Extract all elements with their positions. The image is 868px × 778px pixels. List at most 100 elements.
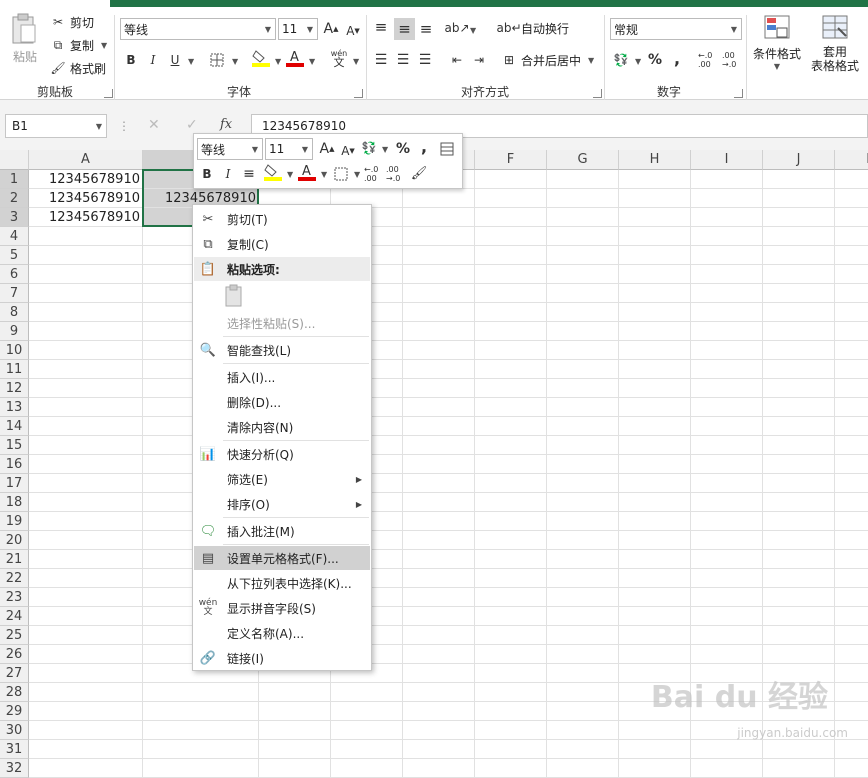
cell-g14[interactable] xyxy=(547,417,619,436)
cell-a22[interactable] xyxy=(29,569,143,588)
cell-e30[interactable] xyxy=(403,721,475,740)
cell-i9[interactable] xyxy=(691,322,763,341)
cell-e20[interactable] xyxy=(403,531,475,550)
align-middle-button[interactable]: ≡ xyxy=(394,18,415,40)
cell-k23[interactable] xyxy=(835,588,868,607)
cell-h15[interactable] xyxy=(619,436,691,455)
cell-a9[interactable] xyxy=(29,322,143,341)
cell-h6[interactable] xyxy=(619,265,691,284)
mini-font-name-select[interactable]: 等线 ▼ xyxy=(197,138,263,160)
cell-i26[interactable] xyxy=(691,645,763,664)
cell-e6[interactable] xyxy=(403,265,475,284)
cell-g25[interactable] xyxy=(547,626,619,645)
merge-center-button[interactable]: ⊞ 合并后居中 ▼ xyxy=(500,51,598,69)
cell-i8[interactable] xyxy=(691,303,763,322)
column-header-f[interactable]: F xyxy=(475,150,547,170)
cell-h7[interactable] xyxy=(619,284,691,303)
cell-g32[interactable] xyxy=(547,759,619,778)
wrap-text-button[interactable]: ab↵ 自动换行 xyxy=(496,19,569,37)
mini-font-size-select[interactable]: 11 ▼ xyxy=(265,138,313,160)
cell-j14[interactable] xyxy=(763,417,835,436)
menu-item-filter[interactable]: 筛选(E) ▶ xyxy=(194,467,370,491)
cell-e13[interactable] xyxy=(403,398,475,417)
cell-e5[interactable] xyxy=(403,246,475,265)
mini-align-center-button[interactable]: ≡ xyxy=(240,165,258,183)
cell-g3[interactable] xyxy=(547,208,619,227)
cell-f21[interactable] xyxy=(475,550,547,569)
cell-j1[interactable] xyxy=(763,170,835,189)
cell-i16[interactable] xyxy=(691,455,763,474)
menu-item-smart-lookup[interactable]: 🔍 智能查找(L) xyxy=(194,338,370,362)
chevron-down-icon[interactable]: ▼ xyxy=(317,170,331,179)
cell-h4[interactable] xyxy=(619,227,691,246)
menu-item-clear[interactable]: 清除内容(N) xyxy=(194,415,370,439)
cell-h24[interactable] xyxy=(619,607,691,626)
shrink-font-button[interactable]: A ▼ xyxy=(344,22,362,40)
cell-i31[interactable] xyxy=(691,740,763,759)
cell-i21[interactable] xyxy=(691,550,763,569)
cell-e25[interactable] xyxy=(403,626,475,645)
cell-k32[interactable] xyxy=(835,759,868,778)
cell-f5[interactable] xyxy=(475,246,547,265)
menu-item-paste-special[interactable]: 选择性粘贴(S)... xyxy=(194,311,370,335)
cell-k21[interactable] xyxy=(835,550,868,569)
menu-item-define-name[interactable]: 定义名称(A)... xyxy=(194,621,370,645)
cell-a6[interactable] xyxy=(29,265,143,284)
cell-f24[interactable] xyxy=(475,607,547,626)
cell-e17[interactable] xyxy=(403,474,475,493)
cancel-icon[interactable]: ✕ xyxy=(148,117,160,133)
row-header-15[interactable]: 15 xyxy=(0,436,29,455)
cell-e9[interactable] xyxy=(403,322,475,341)
cell-i2[interactable] xyxy=(691,189,763,208)
row-header-20[interactable]: 20 xyxy=(0,531,29,550)
number-format-select[interactable]: 常规 ▼ xyxy=(610,18,742,40)
cell-k22[interactable] xyxy=(835,569,868,588)
cell-a27[interactable] xyxy=(29,664,143,683)
row-header-25[interactable]: 25 xyxy=(0,626,29,645)
cell-k4[interactable] xyxy=(835,227,868,246)
cell-i4[interactable] xyxy=(691,227,763,246)
cell-h1[interactable] xyxy=(619,170,691,189)
cell-a8[interactable] xyxy=(29,303,143,322)
row-header-27[interactable]: 27 xyxy=(0,664,29,683)
cell-h26[interactable] xyxy=(619,645,691,664)
mini-border-button[interactable] xyxy=(332,165,350,183)
cell-a13[interactable] xyxy=(29,398,143,417)
row-header-9[interactable]: 9 xyxy=(0,322,29,341)
mini-italic-button[interactable]: I xyxy=(219,165,237,183)
cell-f30[interactable] xyxy=(475,721,547,740)
cell-k19[interactable] xyxy=(835,512,868,531)
insert-function-icon[interactable]: fx xyxy=(220,117,232,132)
border-button[interactable] xyxy=(208,51,226,69)
cell-f32[interactable] xyxy=(475,759,547,778)
cell-d30[interactable] xyxy=(331,721,403,740)
number-launcher-icon[interactable] xyxy=(734,89,743,98)
cell-e19[interactable] xyxy=(403,512,475,531)
cell-a3[interactable]: 12345678910 xyxy=(29,208,143,227)
cell-k3[interactable] xyxy=(835,208,868,227)
cell-j19[interactable] xyxy=(763,512,835,531)
cell-f19[interactable] xyxy=(475,512,547,531)
cell-e15[interactable] xyxy=(403,436,475,455)
cell-j3[interactable] xyxy=(763,208,835,227)
cell-k14[interactable] xyxy=(835,417,868,436)
menu-item-delete[interactable]: 删除(D)... xyxy=(194,390,370,414)
cell-g11[interactable] xyxy=(547,360,619,379)
cell-f6[interactable] xyxy=(475,265,547,284)
cell-a30[interactable] xyxy=(29,721,143,740)
alignment-launcher-icon[interactable] xyxy=(593,89,602,98)
cell-g5[interactable] xyxy=(547,246,619,265)
cell-b28[interactable] xyxy=(143,683,259,702)
align-top-button[interactable]: ≡ xyxy=(372,18,390,36)
cell-e11[interactable] xyxy=(403,360,475,379)
align-right-button[interactable]: ☰ xyxy=(416,51,434,69)
column-header-h[interactable]: H xyxy=(619,150,691,170)
font-name-select[interactable]: 等线 ▼ xyxy=(120,18,276,40)
cell-i23[interactable] xyxy=(691,588,763,607)
cell-g10[interactable] xyxy=(547,341,619,360)
cell-k16[interactable] xyxy=(835,455,868,474)
chevron-down-icon[interactable]: ▼ xyxy=(466,26,480,35)
cell-h19[interactable] xyxy=(619,512,691,531)
cell-e26[interactable] xyxy=(403,645,475,664)
cell-a21[interactable] xyxy=(29,550,143,569)
